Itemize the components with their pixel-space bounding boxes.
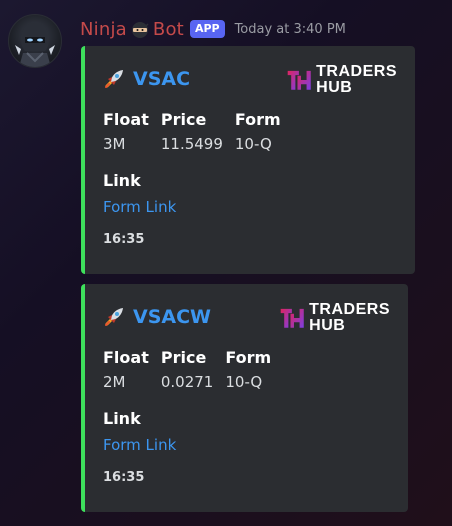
traders-hub-logo: TRADERS HUB (287, 60, 397, 100)
embed-title: VSAC (103, 68, 190, 90)
embed-card: VSAC TRADERS HUB Float 3M Price 11.5499 (81, 46, 415, 274)
link-field: Link Form Link (103, 170, 176, 218)
embed-fields: Float 2M Price 0.0271 Form 10-Q (103, 347, 283, 393)
embed-card: VSACW TRADERS HUB Float 2M Price 0.0271 (81, 284, 408, 512)
embed-ticker[interactable]: VSACW (133, 306, 211, 328)
field-name: Price (160, 348, 207, 367)
embed-footer-time: 16:35 (103, 470, 145, 485)
link-field: Link Form Link (103, 408, 176, 456)
logo-line-1: TRADERS (309, 301, 390, 318)
field-form: Form 10-Q (225, 347, 271, 393)
form-link[interactable]: Form Link (103, 434, 176, 456)
logo-line-2: HUB (309, 317, 346, 334)
field-float: Float 2M (103, 347, 149, 393)
field-form: Form 10-Q (235, 109, 281, 155)
field-price: Price 0.0271 (161, 347, 214, 393)
author-suffix[interactable]: Bot (153, 19, 184, 40)
link-field-name: Link (103, 171, 141, 190)
message-header: Ninja Bot APP Today at 3:40 PM (80, 16, 346, 42)
field-name: Float (103, 110, 149, 129)
field-value: 10-Q (234, 135, 272, 153)
field-value: 11.5499 (160, 135, 223, 153)
ninja-emoji-icon (131, 21, 149, 39)
field-price: Price 11.5499 (161, 109, 223, 155)
embed-ticker[interactable]: VSAC (133, 68, 190, 90)
rocket-icon (103, 68, 125, 90)
ninja-avatar-icon (15, 23, 55, 67)
link-field-name: Link (103, 409, 141, 428)
field-name: Price (160, 110, 207, 129)
field-name: Form (234, 110, 281, 129)
field-value: 0.0271 (160, 373, 214, 391)
avatar[interactable] (8, 14, 62, 68)
traders-hub-logo: TRADERS HUB (280, 298, 390, 338)
app-badge: APP (189, 20, 225, 38)
rocket-icon (103, 306, 125, 328)
embed-title: VSACW (103, 306, 211, 328)
field-value: 2M (103, 373, 126, 391)
traders-hub-mark-icon (280, 308, 304, 328)
field-name: Float (103, 348, 149, 367)
form-link[interactable]: Form Link (103, 196, 176, 218)
field-name: Form (225, 348, 272, 367)
message-timestamp: Today at 3:40 PM (234, 21, 346, 37)
field-value: 10-Q (225, 373, 263, 391)
field-value: 3M (103, 135, 126, 153)
field-float: Float 3M (103, 109, 149, 155)
embed-fields: Float 3M Price 11.5499 Form 10-Q (103, 109, 293, 155)
embed-footer-time: 16:35 (103, 232, 145, 247)
logo-line-2: HUB (316, 79, 353, 96)
logo-line-1: TRADERS (316, 63, 397, 80)
author-name[interactable]: Ninja (80, 19, 127, 40)
traders-hub-mark-icon (287, 70, 311, 90)
